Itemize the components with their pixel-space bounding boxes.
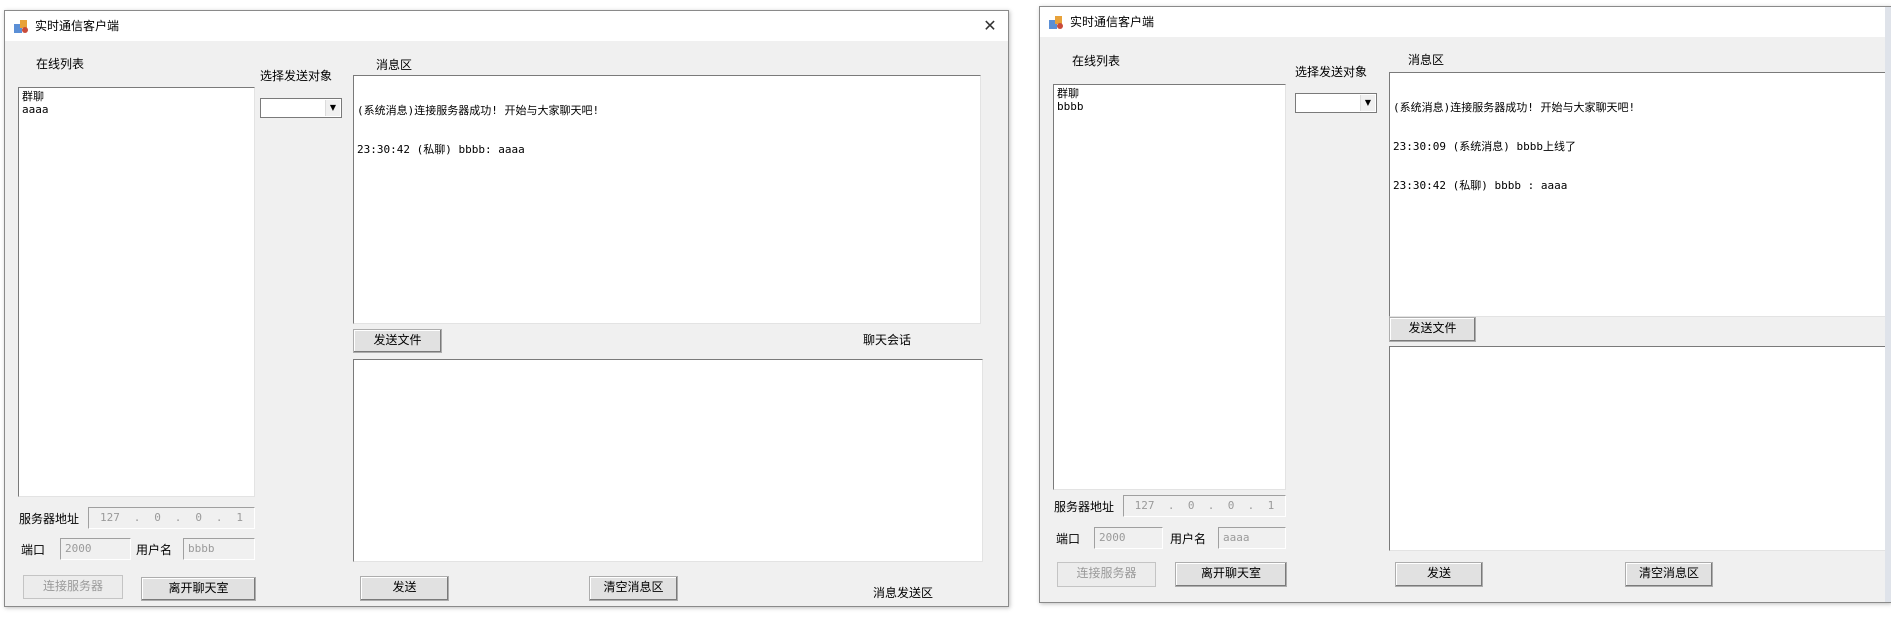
ip-octet: 127: [1134, 499, 1155, 512]
chat-session-label: 聊天会话: [863, 333, 912, 347]
online-user-list[interactable]: 群聊 bbbb: [1053, 84, 1286, 490]
server-address-label: 服务器地址: [19, 512, 80, 526]
port-field[interactable]: 2000: [60, 538, 131, 560]
select-target-label: 选择发送对象: [1295, 65, 1368, 79]
server-ip-field[interactable]: 127. 0. 0. 1: [88, 507, 255, 529]
window-title: 实时通信客户端: [1070, 15, 1155, 29]
message-line: 23:30:42 (私聊) bbbb : aaaa: [1393, 179, 1568, 192]
app-icon: [14, 20, 28, 33]
window-title: 实时通信客户端: [35, 19, 120, 33]
close-icon[interactable]: ✕: [972, 11, 1008, 41]
username-field[interactable]: bbbb: [183, 538, 255, 560]
ip-octet: 0: [1187, 499, 1195, 512]
edge-scrollbar[interactable]: [1885, 7, 1891, 602]
username-label: 用户名: [136, 543, 173, 557]
target-select[interactable]: ▼: [1295, 93, 1377, 113]
list-item[interactable]: bbbb: [1057, 100, 1282, 113]
username-field[interactable]: aaaa: [1218, 527, 1286, 549]
server-ip-field[interactable]: 127. 0. 0. 1: [1123, 495, 1286, 517]
dropdown-arrow-icon[interactable]: ▼: [1360, 95, 1375, 111]
send-button[interactable]: 发送: [1395, 562, 1483, 587]
send-button[interactable]: 发送: [360, 576, 449, 601]
ip-octet: 1: [236, 511, 244, 524]
message-area-label: 消息区: [376, 58, 413, 72]
message-input[interactable]: [353, 359, 983, 562]
message-line: 23:30:42 (私聊) bbbb: aaaa: [357, 143, 525, 156]
ip-octet: 0: [1227, 499, 1235, 512]
leave-chatroom-button[interactable]: 离开聊天室: [1175, 562, 1287, 587]
clear-messages-button[interactable]: 清空消息区: [1625, 562, 1713, 587]
ip-octet: 0: [154, 511, 161, 524]
online-list-label: 在线列表: [1072, 54, 1121, 68]
message-display[interactable]: (系统消息)连接服务器成功! 开始与大家聊天吧! 23:30:42 (私聊) b…: [353, 75, 981, 324]
online-user-list[interactable]: 群聊 aaaa: [18, 87, 255, 497]
message-line: 23:30:09 (系统消息) bbbb上线了: [1393, 140, 1576, 153]
port-field[interactable]: 2000: [1094, 527, 1163, 549]
title-bar[interactable]: 实时通信客户端: [1040, 7, 1891, 37]
target-select[interactable]: ▼: [260, 98, 342, 118]
ip-octet: 1: [1267, 499, 1275, 512]
send-file-button[interactable]: 发送文件: [1389, 317, 1476, 342]
port-label: 端口: [1056, 532, 1081, 546]
ip-octet: 0: [195, 511, 202, 524]
list-item[interactable]: 群聊: [22, 90, 251, 103]
message-line: (系统消息)连接服务器成功! 开始与大家聊天吧!: [357, 104, 600, 117]
message-input[interactable]: [1389, 346, 1889, 551]
port-label: 端口: [21, 543, 46, 557]
client-window-2: 实时通信客户端 在线列表 群聊 bbbb 选择发送对象 ▼ 消息区 (系统消息)…: [1039, 6, 1891, 603]
select-target-label: 选择发送对象: [260, 69, 333, 83]
list-item[interactable]: aaaa: [22, 103, 251, 116]
clear-messages-button[interactable]: 清空消息区: [589, 576, 678, 601]
title-bar[interactable]: 实时通信客户端 ✕: [5, 11, 1008, 41]
message-line: (系统消息)连接服务器成功! 开始与大家聊天吧!: [1393, 101, 1636, 114]
client-window-1: 实时通信客户端 ✕ 在线列表 群聊 aaaa 选择发送对象 ▼ 消息区 (系统消…: [4, 10, 1009, 607]
connect-server-button[interactable]: 连接服务器: [1057, 562, 1156, 587]
connect-server-button[interactable]: 连接服务器: [23, 575, 123, 599]
message-area-label: 消息区: [1408, 53, 1445, 67]
send-area-label: 消息发送区: [873, 586, 934, 600]
leave-chatroom-button[interactable]: 离开聊天室: [141, 577, 256, 601]
online-list-label: 在线列表: [36, 57, 85, 71]
ip-octet: 127: [99, 511, 120, 524]
message-display[interactable]: (系统消息)连接服务器成功! 开始与大家聊天吧! 23:30:09 (系统消息)…: [1389, 72, 1889, 317]
app-icon: [1049, 16, 1063, 29]
dropdown-arrow-icon[interactable]: ▼: [325, 100, 340, 116]
list-item[interactable]: 群聊: [1057, 87, 1282, 100]
username-label: 用户名: [1170, 532, 1207, 546]
server-address-label: 服务器地址: [1054, 500, 1115, 514]
send-file-button[interactable]: 发送文件: [353, 329, 442, 353]
